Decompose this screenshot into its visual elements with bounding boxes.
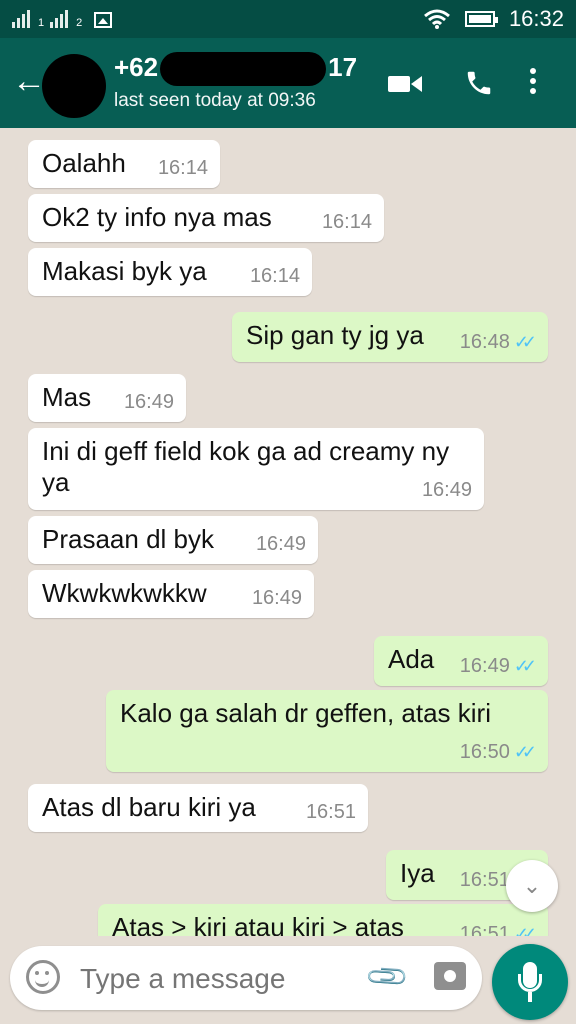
message-time: 16:14 [321, 211, 372, 233]
message-meta: 16:51✓✓ [459, 923, 537, 936]
message-meta: 16:49 ✓✓ [459, 655, 537, 678]
battery-icon [464, 11, 498, 27]
message-incoming[interactable]: Wkwkwkwkkw 16:49 [28, 570, 314, 618]
signal-icon [12, 8, 30, 28]
message-text: Wkwkwkwkkw [42, 578, 207, 608]
message-time: 16:49 [459, 655, 510, 677]
sim2-label: 2 [76, 17, 83, 29]
message-time: 16:49 [123, 391, 174, 413]
message-time: 16:49 [251, 587, 302, 609]
message-time: 16:49 [421, 479, 472, 501]
message-meta: 16:49 [256, 533, 306, 556]
scroll-down-icon[interactable]: ⌄ [506, 860, 558, 912]
emoji-icon[interactable] [26, 960, 60, 994]
more-options-icon[interactable] [530, 68, 538, 98]
message-meta: 16:14 [322, 211, 372, 234]
video-call-icon[interactable] [388, 74, 422, 94]
message-time: 16:49 [255, 533, 306, 555]
message-outgoing[interactable]: Ada 16:49 ✓✓ [374, 636, 548, 686]
sim1-label: 1 [38, 17, 45, 29]
message-incoming[interactable]: Ok2 ty info nya mas 16:14 [28, 194, 384, 242]
redaction-bar [160, 52, 327, 87]
chat-header: ← +62 17 last seen today at 09:36 [0, 38, 576, 128]
arrow-left-icon[interactable]: ← [12, 64, 46, 98]
message-outgoing[interactable]: Sip gan ty jg ya 16:48 ✓✓ [232, 312, 548, 362]
message-meta: 16:14 [158, 157, 208, 180]
message-text: Makasi byk ya [42, 256, 207, 286]
message-time: 16:51 [459, 923, 510, 936]
message-incoming[interactable]: Mas 16:49 [28, 374, 186, 422]
message-text: Ada [388, 644, 435, 674]
message-outgoing[interactable]: Atas > kiri atau kiri > atas 16:51 ✓✓ [98, 904, 548, 936]
read-receipt-icon: ✓✓ [513, 924, 537, 936]
message-outgoing[interactable]: Kalo ga salah dr geffen, atas kiri 16:50… [106, 690, 548, 772]
gallery-icon [94, 12, 113, 28]
read-receipt-icon: ✓✓ [513, 332, 537, 352]
voice-call-icon[interactable] [464, 68, 494, 98]
message-text: Iya [400, 858, 435, 888]
message-text: Oalahh [42, 148, 126, 178]
message-incoming[interactable]: Prasaan dl byk 16:49 [28, 516, 318, 564]
message-composer: 📎 [10, 946, 482, 1010]
message-incoming[interactable]: Ini di geff field kok ga ad creamy ny ya… [28, 428, 484, 510]
contact-name-prefix: +62 [114, 52, 159, 82]
message-text: Ok2 ty info nya mas [42, 202, 272, 232]
message-meta: 16:49 [422, 479, 472, 502]
message-text: Atas > kiri atau kiri > atas [112, 912, 404, 936]
message-text: Mas [42, 382, 92, 412]
message-meta: 16:14 [250, 265, 300, 288]
status-right: 16:32 [423, 6, 564, 32]
message-incoming[interactable]: Makasi byk ya 16:14 [28, 248, 312, 296]
wifi-icon [423, 9, 450, 29]
status-time: 16:32 [508, 6, 564, 31]
last-seen-status: last seen today at 09:36 [114, 90, 316, 111]
read-receipt-icon: ✓✓ [513, 656, 537, 676]
message-text: Atas dl baru kiri ya [42, 792, 256, 822]
message-incoming[interactable]: Atas dl baru kiri ya 16:51 [28, 784, 368, 832]
avatar[interactable] [42, 54, 106, 118]
message-incoming[interactable]: Oalahh 16:14 [28, 140, 220, 188]
message-meta: 16:48 ✓✓ [459, 331, 537, 354]
message-text: Kalo ga salah dr geffen, atas kiri [120, 698, 491, 728]
message-text: Ini di geff field kok ga ad creamy ny ya [42, 436, 450, 497]
chat-area[interactable]: Oalahh 16:14 Ok2 ty info nya mas 16:14 M… [0, 128, 576, 936]
message-time: 16:48 [459, 331, 510, 353]
message-text: Prasaan dl byk [42, 524, 214, 554]
message-time: 16:50 [459, 741, 510, 763]
read-receipt-icon: ✓✓ [513, 742, 537, 762]
camera-icon[interactable] [434, 962, 466, 990]
message-time: 16:14 [157, 157, 208, 179]
contact-name-suffix: 17 [328, 52, 358, 82]
message-meta: 16:50 ✓✓ [459, 741, 537, 764]
message-time: 16:51 [459, 869, 510, 891]
signal-icon [50, 8, 69, 28]
message-meta: 16:49 [252, 587, 302, 610]
message-time: 16:51 [305, 801, 356, 823]
message-input[interactable] [78, 960, 362, 998]
message-text: Sip gan ty jg ya [246, 320, 424, 350]
attach-icon[interactable]: 📎 [363, 953, 411, 1001]
voice-record-button[interactable] [492, 944, 568, 1020]
status-left: 1 2 [12, 8, 113, 29]
contact-name[interactable]: +62 17 [114, 52, 358, 87]
message-meta: 16:51 [306, 801, 356, 824]
status-bar: 1 2 16:32 [0, 0, 576, 38]
message-meta: 16:49 [124, 391, 174, 414]
message-time: 16:14 [249, 265, 300, 287]
